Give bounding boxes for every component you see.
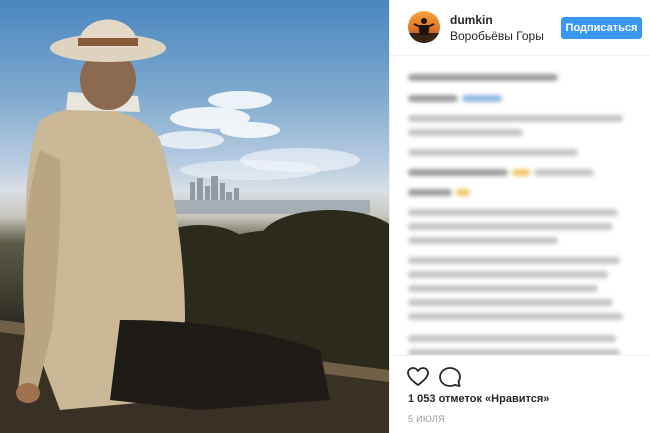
location-link[interactable]: Воробьёвы Горы	[450, 29, 544, 43]
likes-count[interactable]: 1 053 отметок «Нравится»	[408, 393, 549, 405]
avatar-person-icon	[408, 18, 440, 43]
comments-list	[390, 57, 650, 355]
comment-icon	[439, 367, 461, 387]
comment-blurred	[512, 169, 530, 176]
avatar[interactable]	[408, 11, 440, 43]
comment-button[interactable]	[438, 365, 462, 389]
comment-blurred	[408, 271, 608, 278]
follow-button[interactable]: Подписаться	[561, 17, 642, 39]
comment-blurred	[408, 209, 618, 216]
comment-blurred	[462, 95, 502, 102]
comment-blurred	[408, 95, 458, 102]
post-actions: 1 053 отметок «Нравится» 5 ИЮЛЯ	[390, 355, 650, 433]
comment-blurred	[408, 74, 558, 81]
comment-blurred	[408, 237, 558, 244]
comment-blurred	[408, 285, 598, 292]
comment-blurred	[408, 115, 623, 122]
username[interactable]: dumkin	[450, 13, 493, 27]
comment-blurred	[408, 257, 620, 264]
comment-blurred	[408, 149, 578, 156]
comment-blurred	[408, 169, 508, 176]
comment-blurred	[534, 169, 594, 176]
comment-blurred	[408, 299, 613, 306]
comment-blurred	[408, 313, 623, 320]
comment-blurred	[408, 223, 613, 230]
comment-blurred	[408, 189, 452, 196]
heart-icon	[407, 367, 429, 386]
post-date[interactable]: 5 ИЮЛЯ	[408, 414, 445, 424]
post-header: dumkin Воробьёвы Горы Подписаться	[390, 0, 650, 56]
comment-blurred	[408, 335, 616, 342]
like-button[interactable]	[406, 365, 430, 389]
comment-blurred	[456, 189, 470, 196]
post-side-panel: dumkin Воробьёвы Горы Подписаться 1 053 …	[389, 0, 650, 433]
instagram-post: dumkin Воробьёвы Горы Подписаться 1 053 …	[0, 0, 650, 433]
post-photo[interactable]	[0, 0, 389, 433]
photo-illustration	[0, 19, 389, 433]
comment-blurred	[408, 129, 523, 136]
